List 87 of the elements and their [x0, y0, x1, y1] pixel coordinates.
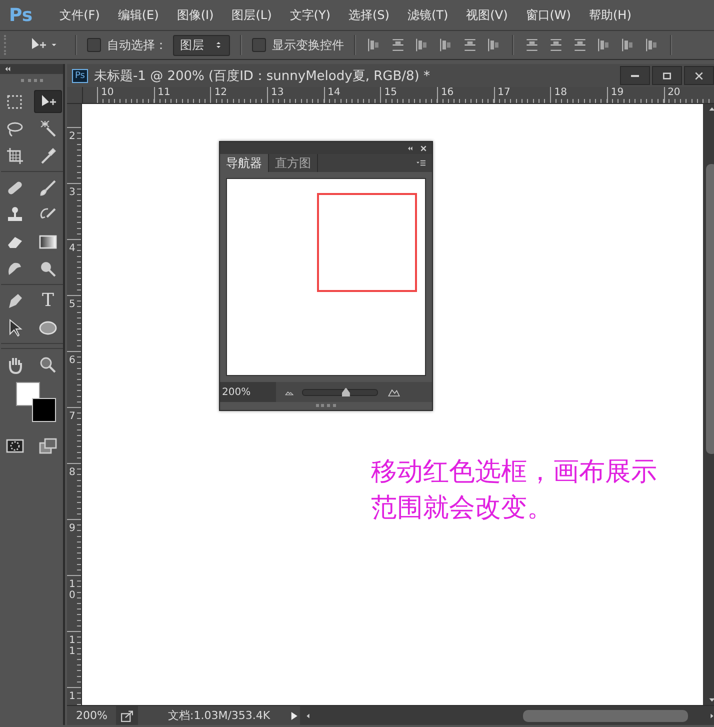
menu-item[interactable]: 滤镜(T): [398, 6, 458, 24]
marquee-icon: [6, 92, 24, 110]
panel-tab[interactable]: 直方图: [269, 154, 318, 172]
zoom-field[interactable]: 200%: [220, 382, 276, 402]
ruler-label: 10: [67, 575, 77, 631]
screen-mode-icon: [39, 436, 57, 454]
menu-item[interactable]: 选择(S): [339, 6, 398, 24]
close-icon: [420, 144, 427, 152]
view-box[interactable]: [317, 193, 417, 292]
magnifier-icon: [39, 260, 57, 278]
app-badge: Ps: [72, 68, 88, 82]
align-icon: [462, 37, 478, 53]
checkbox-label: 显示变换控件: [272, 36, 344, 54]
updown-icon: [214, 40, 223, 50]
ruler-label: 15: [380, 87, 437, 103]
panel-menu-icon: [414, 158, 428, 168]
magic-wand-icon: [39, 120, 57, 138]
ruler-label: 9: [67, 519, 77, 575]
close-button[interactable]: [684, 66, 714, 85]
ruler-label: 10: [97, 87, 154, 103]
close-icon: [693, 70, 706, 82]
ruler-label: 14: [324, 87, 380, 103]
align-icon: [572, 37, 588, 53]
type-tool[interactable]: T: [34, 289, 62, 312]
zoom-slider[interactable]: [302, 388, 378, 396]
restore-icon: [661, 70, 674, 82]
canvas[interactable]: 移动红色选框，画布展示 范围就会改变。 导航器 直方图 200%: [82, 104, 704, 705]
scroll-left-icon: [304, 712, 312, 720]
collapse-icon: [406, 144, 414, 152]
restore-button[interactable]: [652, 66, 682, 85]
slider-thumb[interactable]: [342, 388, 350, 396]
checkbox[interactable]: [87, 38, 101, 52]
zoom-field[interactable]: 200%: [67, 709, 116, 722]
brush-icon: [39, 178, 57, 196]
ruler-label: 12: [210, 87, 267, 103]
layer-select[interactable]: 图层: [173, 34, 230, 56]
scroll-right-icon: [708, 712, 714, 720]
scroll-thumb[interactable]: [523, 710, 688, 722]
menu-item[interactable]: 文件(F): [50, 6, 109, 24]
menu-item[interactable]: 帮助(H): [580, 6, 640, 24]
pen-icon: [6, 292, 24, 310]
checkbox[interactable]: [252, 38, 266, 52]
ruler-label: 11: [154, 87, 210, 103]
ruler-label: 19: [606, 87, 664, 103]
lasso-icon: [6, 120, 24, 138]
annotation-text: 移动红色选框，画布展示 范围就会改变。: [371, 456, 657, 525]
document-info: 文档:1.03M/353.4K: [167, 708, 272, 723]
ruler-label: 5: [67, 295, 77, 351]
zoom-icon: [39, 356, 57, 374]
checkbox-label: 自动选择：: [107, 36, 167, 54]
ruler-label: 3: [67, 183, 77, 239]
menu-item[interactable]: 窗口(W): [516, 6, 580, 24]
align-icon: [524, 37, 540, 53]
menu-item[interactable]: 编辑(E): [108, 6, 168, 24]
menu-item[interactable]: 文字(Y): [280, 6, 340, 24]
ruler-label: 7: [67, 407, 77, 463]
ruler-label: 17: [494, 87, 550, 103]
gradient-icon: [39, 232, 57, 250]
menu-item[interactable]: 图层(L): [222, 6, 281, 24]
ruler-label: 16: [436, 87, 494, 103]
quick-mask-icon: [6, 436, 24, 454]
document-title[interactable]: 未标题-1 @ 200% (百度ID：sunnyMelody夏, RGB/8) *: [94, 66, 430, 84]
menu-item[interactable]: 视图(V): [457, 6, 517, 24]
ruler-label: 6: [67, 351, 77, 407]
align-icon: [390, 37, 406, 53]
menu-item[interactable]: 图像(I): [168, 6, 223, 24]
ellipse-icon: [39, 318, 57, 336]
minimize-icon: [631, 74, 640, 76]
app-logo: Ps: [8, 4, 34, 26]
eyedropper-icon: [39, 146, 57, 164]
scroll-thumb[interactable]: [706, 164, 714, 454]
move-tool[interactable]: [34, 90, 62, 113]
ruler-label: 18: [550, 87, 607, 103]
stamp-icon: [6, 206, 24, 224]
collapse-icon: [3, 65, 12, 73]
ruler-label: 4: [67, 239, 77, 295]
ruler-label: 11: [67, 631, 77, 687]
crop-icon: [6, 146, 24, 164]
hand-icon: [6, 356, 24, 374]
ruler-label: 13: [266, 87, 324, 103]
ruler-label: 2: [67, 127, 77, 183]
ruler-label: 20: [664, 87, 714, 103]
ruler-label: 8: [67, 463, 77, 519]
align-icon: [548, 37, 564, 53]
share-icon: [120, 708, 134, 722]
minimize-button[interactable]: [620, 66, 650, 85]
panel-tab[interactable]: 导航器: [220, 154, 269, 172]
